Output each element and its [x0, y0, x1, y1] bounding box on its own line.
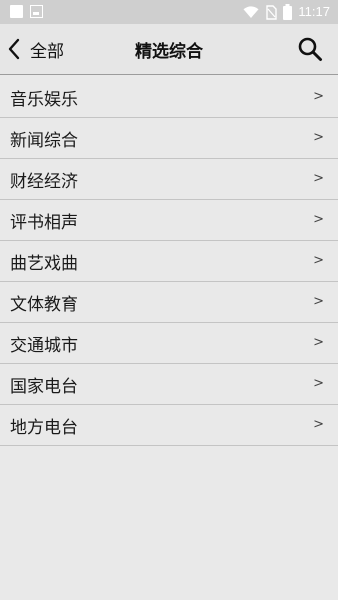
- status-left-icons: [10, 5, 43, 18]
- list-item-label: 地方电台: [10, 418, 78, 438]
- list-item-storytelling[interactable]: 评书相声 >: [0, 200, 338, 241]
- list-item-music[interactable]: 音乐娱乐 >: [0, 77, 338, 118]
- list-item-education[interactable]: 文体教育 >: [0, 282, 338, 323]
- search-button[interactable]: [296, 35, 324, 63]
- notification-square-icon: [10, 5, 23, 18]
- battery-icon: [283, 4, 293, 20]
- list-item-local[interactable]: 地方电台 >: [0, 405, 338, 446]
- list-item-label: 音乐娱乐: [10, 90, 78, 110]
- chevron-right-icon: >: [313, 253, 324, 268]
- no-sim-icon: [266, 4, 278, 20]
- chevron-right-icon: >: [313, 89, 324, 104]
- list-item-finance[interactable]: 财经经济 >: [0, 159, 338, 200]
- page-title: 精选综合: [135, 42, 203, 62]
- category-list: 音乐娱乐 > 新闻综合 > 财经经济 > 评书相声 > 曲艺戏曲 > 文体教育 …: [0, 77, 338, 446]
- chevron-right-icon: >: [313, 417, 324, 432]
- status-right-icons: 11:17: [243, 3, 330, 21]
- list-item-news[interactable]: 新闻综合 >: [0, 118, 338, 159]
- wifi-icon: [243, 5, 259, 18]
- chevron-right-icon: >: [313, 171, 324, 186]
- list-item-traffic[interactable]: 交通城市 >: [0, 323, 338, 364]
- status-time: 11:17: [298, 4, 330, 19]
- list-item-label: 交通城市: [10, 336, 78, 356]
- search-icon: [298, 37, 322, 61]
- app-bar: 全部 精选综合: [0, 24, 338, 75]
- chevron-right-icon: >: [313, 376, 324, 391]
- list-item-opera[interactable]: 曲艺戏曲 >: [0, 241, 338, 282]
- chevron-right-icon: >: [313, 294, 324, 309]
- chevron-right-icon: >: [313, 130, 324, 145]
- list-item-national[interactable]: 国家电台 >: [0, 364, 338, 405]
- status-bar: 11:17: [0, 0, 338, 24]
- image-notification-icon: [30, 5, 43, 18]
- list-item-label: 财经经济: [10, 172, 78, 192]
- chevron-right-icon: >: [313, 212, 324, 227]
- chevron-right-icon: >: [313, 335, 324, 350]
- list-item-label: 新闻综合: [10, 131, 78, 151]
- list-item-label: 评书相声: [10, 213, 78, 233]
- list-item-label: 文体教育: [10, 295, 78, 315]
- list-item-label: 国家电台: [10, 377, 78, 397]
- list-item-label: 曲艺戏曲: [10, 254, 78, 274]
